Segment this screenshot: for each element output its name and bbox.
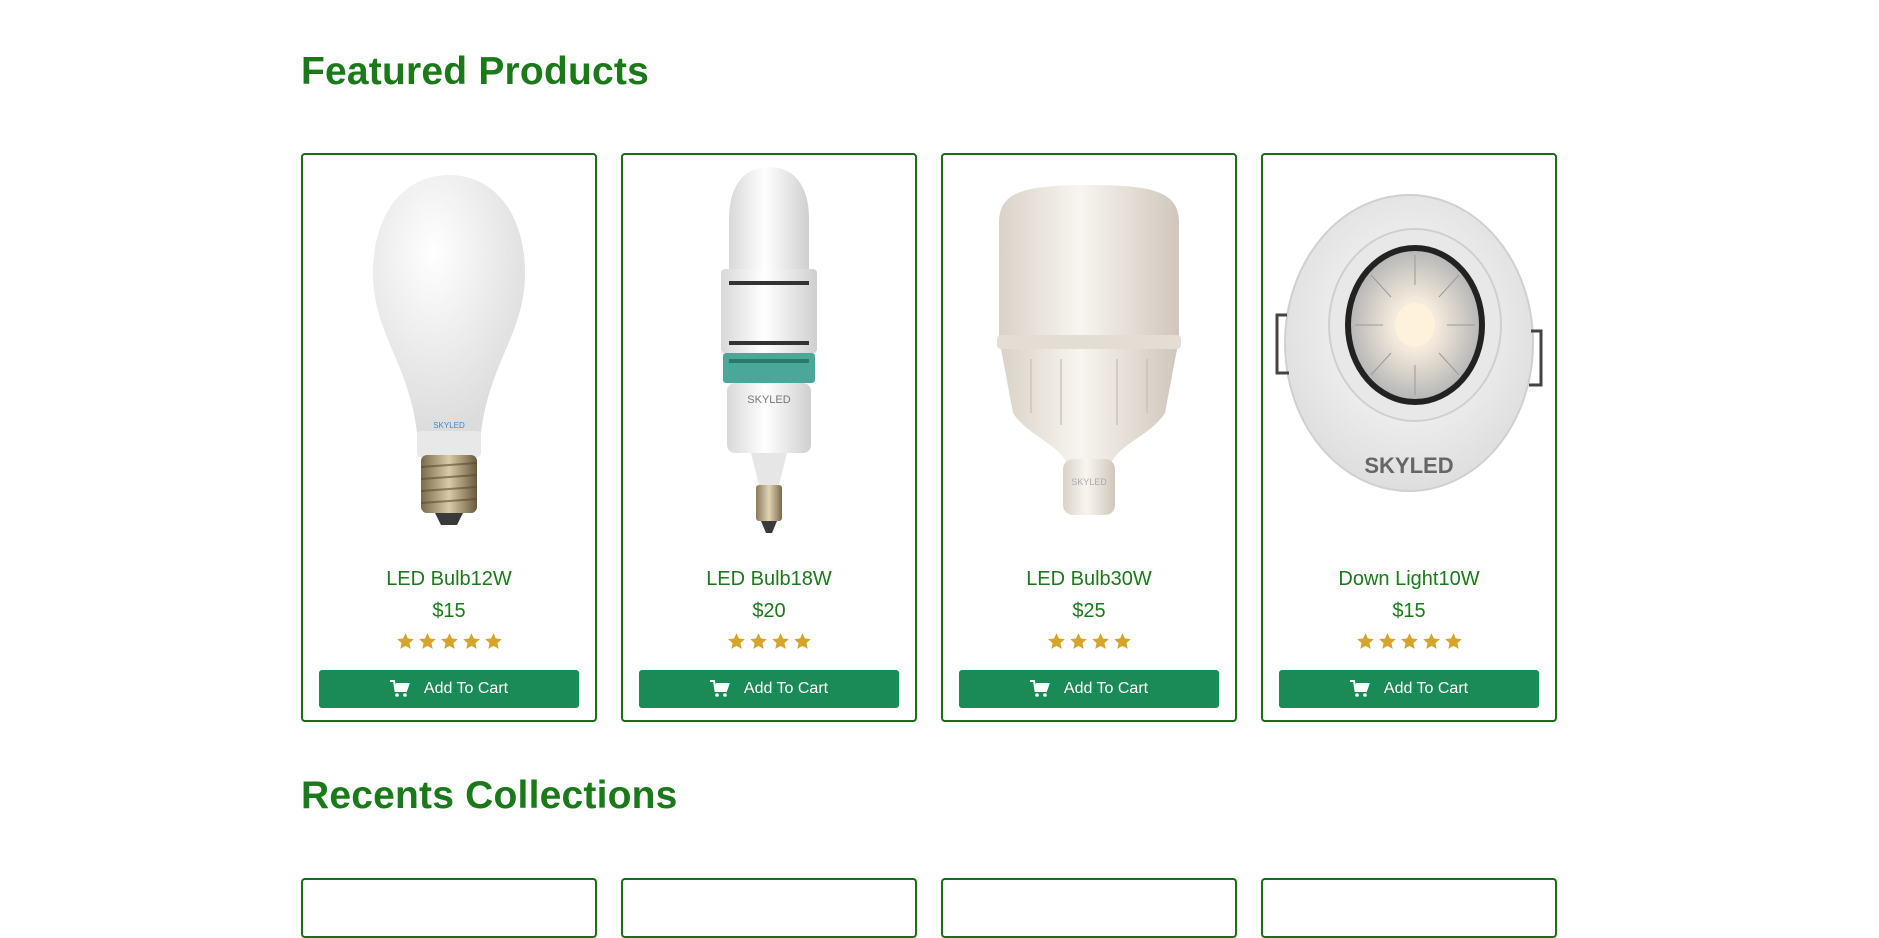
- collection-card[interactable]: [941, 878, 1237, 938]
- svg-text:SKYLED: SKYLED: [747, 394, 790, 406]
- product-card[interactable]: SKYLED Down Light10W $15 Add To Cart: [1261, 153, 1557, 722]
- collection-card[interactable]: [621, 878, 917, 938]
- collection-card[interactable]: [1261, 878, 1557, 938]
- product-card[interactable]: SKYLED LED Bulb12W $15 Add To Cart: [301, 153, 597, 722]
- product-rating: [943, 632, 1235, 651]
- product-rating: [623, 632, 915, 651]
- product-card[interactable]: SKYLED LED Bulb18W $20 Add To Cart: [621, 153, 917, 722]
- star-icon: [1047, 633, 1065, 649]
- product-image[interactable]: SKYLED: [1271, 163, 1547, 553]
- star-icon: [1356, 633, 1374, 649]
- product-price: $15: [1392, 600, 1426, 622]
- add-to-cart-label: Add To Cart: [423, 680, 509, 697]
- recents-collections-title: Recents Collections: [301, 774, 678, 817]
- add-to-cart-label: Add To Cart: [1383, 680, 1469, 697]
- shopping-cart-icon: [709, 680, 730, 697]
- product-rating: [1263, 632, 1555, 651]
- star-icon: [1113, 633, 1131, 649]
- product-name[interactable]: LED Bulb12W: [303, 568, 595, 591]
- recents-collections-grid: [301, 878, 1557, 938]
- product-name[interactable]: Down Light10W: [1263, 568, 1555, 591]
- star-icon: [1444, 633, 1462, 649]
- product-rating: [303, 632, 595, 651]
- svg-text:SKYLED: SKYLED: [1364, 453, 1453, 478]
- star-icon: [771, 633, 789, 649]
- add-to-cart-button[interactable]: Add To Cart: [1279, 670, 1539, 708]
- star-icon: [1091, 633, 1109, 649]
- star-icon: [418, 633, 436, 649]
- star-icon: [793, 633, 811, 649]
- add-to-cart-label: Add To Cart: [743, 680, 829, 697]
- shopping-cart-icon: [1349, 680, 1370, 697]
- star-icon: [396, 633, 414, 649]
- star-icon: [727, 633, 745, 649]
- star-icon: [440, 633, 458, 649]
- star-icon: [1069, 633, 1087, 649]
- featured-products-grid: SKYLED LED Bulb12W $15 Add To Cart SKYLE…: [301, 153, 1557, 722]
- product-price: $25: [1072, 600, 1106, 622]
- product-name[interactable]: LED Bulb30W: [943, 568, 1235, 591]
- svg-text:SKYLED: SKYLED: [1071, 477, 1107, 487]
- add-to-cart-button[interactable]: Add To Cart: [639, 670, 899, 708]
- shopping-cart-icon: [1029, 680, 1050, 697]
- add-to-cart-button[interactable]: Add To Cart: [319, 670, 579, 708]
- featured-products-title: Featured Products: [301, 50, 649, 93]
- product-price: $15: [432, 600, 466, 622]
- collection-card[interactable]: [301, 878, 597, 938]
- shopping-cart-icon: [389, 680, 410, 697]
- star-icon: [1400, 633, 1418, 649]
- star-icon: [484, 633, 502, 649]
- svg-text:SKYLED: SKYLED: [433, 421, 465, 430]
- add-to-cart-button[interactable]: Add To Cart: [959, 670, 1219, 708]
- product-image[interactable]: SKYLED: [951, 163, 1227, 553]
- star-icon: [749, 633, 767, 649]
- product-card[interactable]: SKYLED LED Bulb30W $25 Add To Cart: [941, 153, 1237, 722]
- star-icon: [1378, 633, 1396, 649]
- product-image[interactable]: SKYLED: [311, 163, 587, 553]
- star-icon: [1422, 633, 1440, 649]
- star-icon: [462, 633, 480, 649]
- product-name[interactable]: LED Bulb18W: [623, 568, 915, 591]
- product-image[interactable]: SKYLED: [631, 163, 907, 553]
- product-price: $20: [752, 600, 786, 622]
- add-to-cart-label: Add To Cart: [1063, 680, 1149, 697]
